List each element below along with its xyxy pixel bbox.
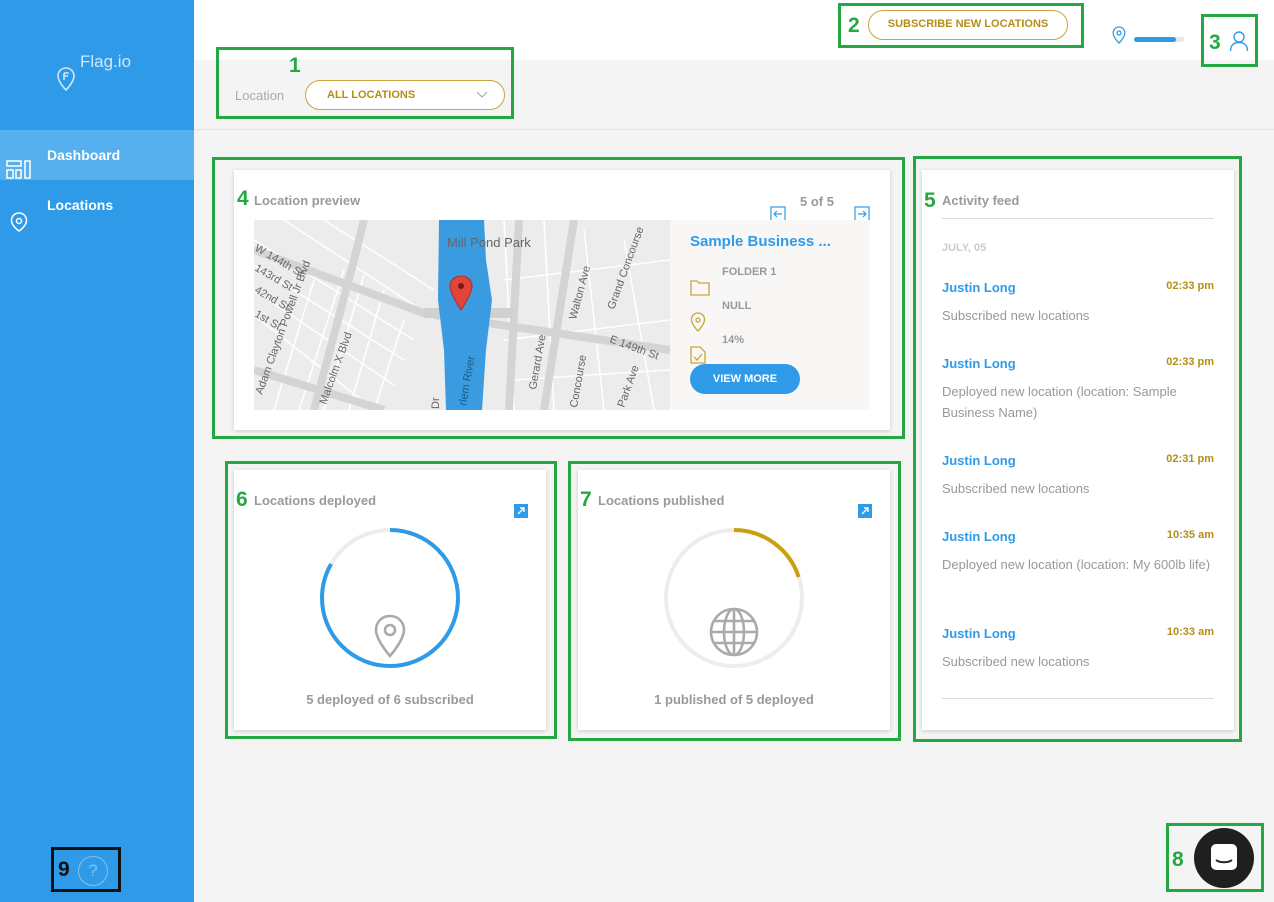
annotation-box-4 — [212, 157, 905, 439]
annotation-label-9: 9 — [58, 858, 70, 881]
annotation-label-3: 3 — [1209, 31, 1221, 54]
usage-progress-bar — [1134, 37, 1184, 42]
annotation-box-6 — [225, 461, 557, 739]
annotation-box-7 — [568, 461, 901, 741]
dashboard-icon — [6, 160, 31, 179]
usage-progress-fill — [1134, 37, 1176, 42]
annotation-label-2: 2 — [848, 14, 860, 37]
sidebar-item-dashboard[interactable]: Dashboard — [0, 130, 194, 180]
sidebar-item-label: Dashboard — [47, 147, 121, 163]
sidebar-item-locations[interactable]: Locations — [0, 180, 194, 232]
brand-logo[interactable]: Flag.io — [56, 52, 146, 96]
annotation-label-4: 4 — [237, 187, 249, 210]
annotation-box-2 — [838, 3, 1084, 48]
location-pin-icon — [1112, 26, 1126, 44]
annotation-label-7: 7 — [580, 488, 592, 511]
annotation-label-1: 1 — [289, 54, 301, 77]
sidebar-item-label: Locations — [47, 197, 114, 213]
sidebar: Flag.io Dashboard Locations ? — [0, 0, 194, 902]
location-pin-icon — [10, 212, 28, 232]
annotation-label-5: 5 — [924, 189, 936, 212]
annotation-box-1 — [216, 47, 514, 119]
logo-pin-icon — [57, 67, 75, 92]
annotation-label-8: 8 — [1172, 848, 1184, 871]
annotation-box-5 — [913, 156, 1242, 742]
brand-name: Flag.io — [80, 52, 132, 71]
annotation-label-6: 6 — [236, 488, 248, 511]
